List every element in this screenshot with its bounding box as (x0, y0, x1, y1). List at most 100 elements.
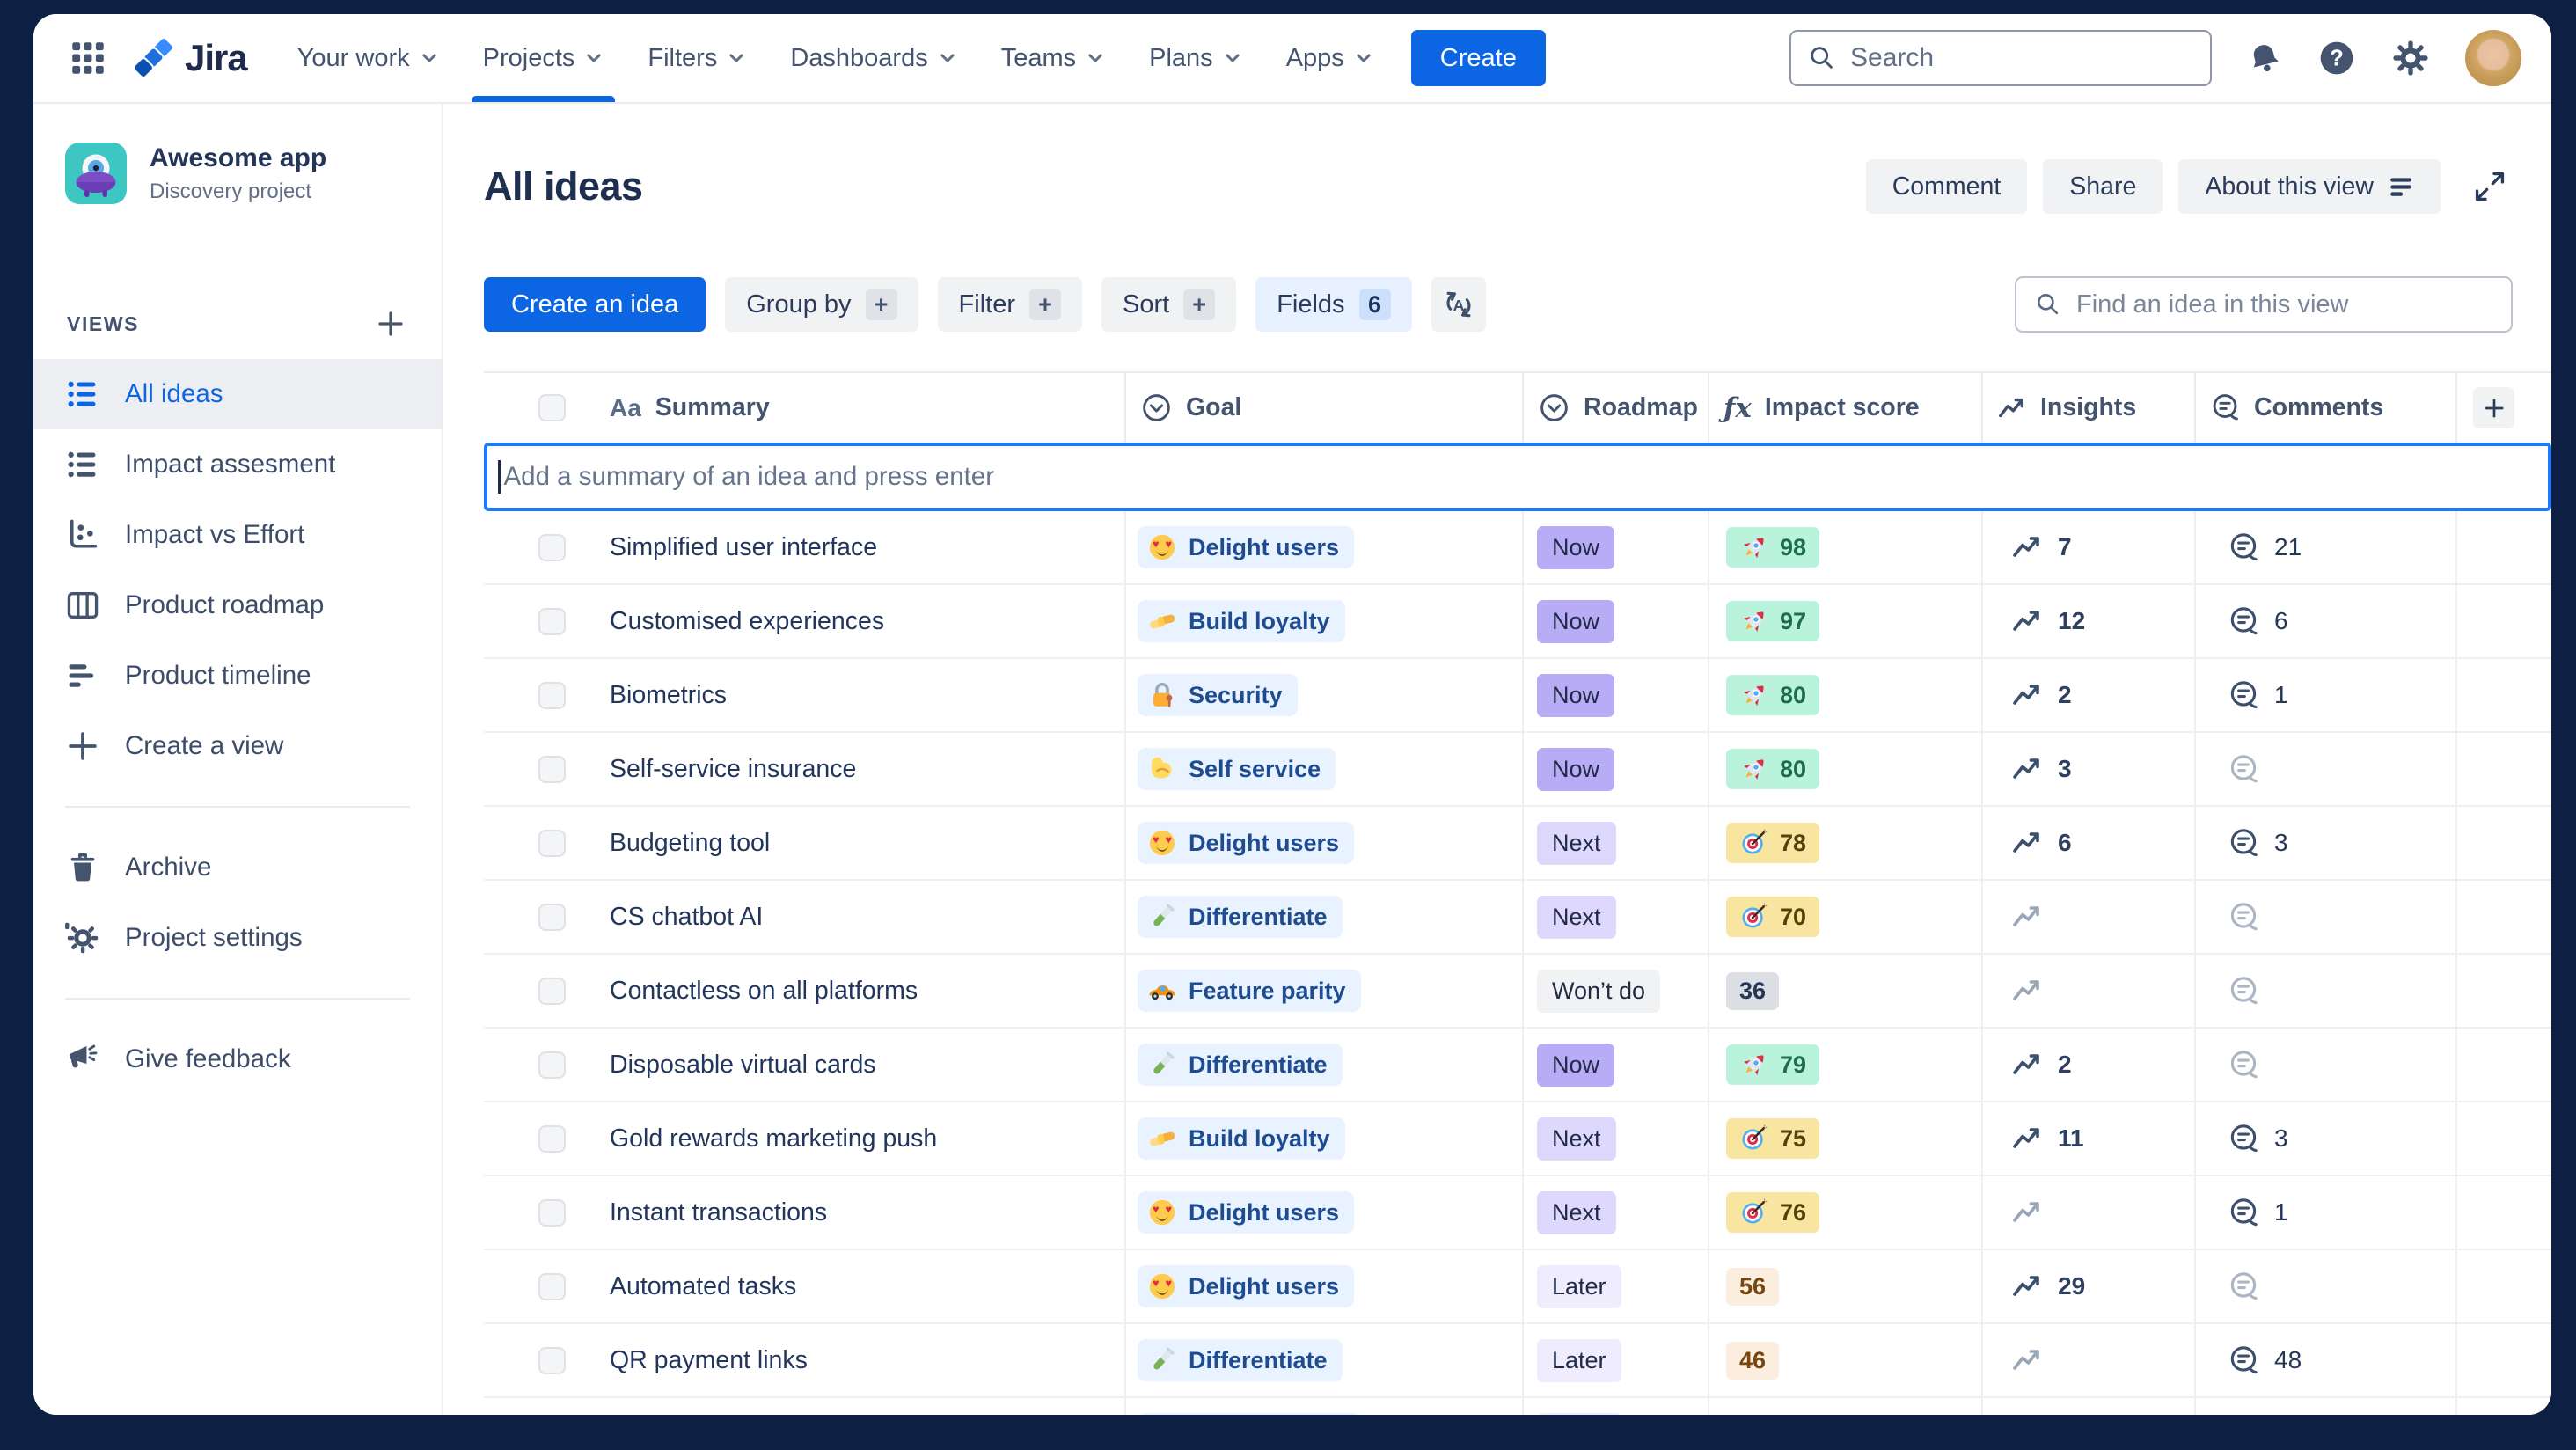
row-checkbox[interactable] (538, 1051, 566, 1079)
select-all-checkbox[interactable] (538, 394, 566, 422)
auto-sort-button[interactable]: A (1431, 277, 1486, 333)
column-header-roadmap[interactable]: Roadmap (1524, 373, 1709, 443)
summary-cell[interactable]: Simplified user interface (484, 511, 1126, 584)
column-header-insights[interactable]: Insights (1983, 373, 2196, 443)
goal-cell[interactable]: ♥ ♥ Delight users (1126, 511, 1524, 584)
comments-cell[interactable]: 1 (2196, 1176, 2457, 1249)
goal-cell[interactable]: ♥ ♥ Delight users (1126, 807, 1524, 880)
goal-cell[interactable]: Security (1126, 659, 1524, 732)
insights-cell[interactable]: 2 (1983, 659, 2196, 732)
impact-score-cell[interactable]: 76 (1709, 1176, 1983, 1249)
app-switcher-button[interactable] (65, 35, 111, 81)
insights-cell[interactable]: 2 (1983, 1029, 2196, 1102)
fullscreen-button[interactable] (2467, 168, 2513, 205)
impact-score-cell[interactable]: 36 (1709, 955, 1983, 1028)
summary-cell[interactable]: Customised experiences (484, 585, 1126, 658)
column-header-impact-score[interactable]: ƒx Impact score (1709, 373, 1983, 443)
insights-cell[interactable]: 11 (1983, 1102, 2196, 1175)
summary-cell[interactable]: Disposable virtual cards (484, 1029, 1126, 1102)
roadmap-cell[interactable]: Now (1524, 511, 1709, 584)
insights-cell[interactable]: 3 (1983, 733, 2196, 806)
impact-score-cell[interactable]: 46 (1709, 1324, 1983, 1397)
sidebar-item-project-settings[interactable]: Project settings (33, 903, 442, 973)
impact-score-cell[interactable]: 98 (1709, 511, 1983, 584)
row-checkbox[interactable] (538, 1124, 566, 1153)
row-checkbox[interactable] (538, 607, 566, 635)
share-button[interactable]: Share (2043, 159, 2163, 215)
comment-button[interactable]: Comment (1865, 159, 2028, 215)
nav-item-plans[interactable]: Plans (1127, 14, 1264, 102)
nav-item-filters[interactable]: Filters (626, 14, 768, 102)
roadmap-cell[interactable]: Now (1524, 1029, 1709, 1102)
summary-cell[interactable]: Gold rewards marketing push (484, 1102, 1126, 1175)
create-button[interactable]: Create (1410, 30, 1546, 86)
summary-cell[interactable]: Budgeting tool (484, 807, 1126, 880)
user-avatar[interactable] (2465, 30, 2521, 86)
goal-cell[interactable]: Feature parity (1126, 955, 1524, 1028)
impact-score-cell[interactable]: 36 (1709, 1398, 1983, 1415)
insights-cell[interactable] (1983, 881, 2196, 954)
sidebar-item-archive[interactable]: Archive (33, 832, 442, 903)
nav-item-teams[interactable]: Teams (979, 14, 1127, 102)
impact-score-cell[interactable]: 78 (1709, 807, 1983, 880)
sidebar-item-impact-vs-effort[interactable]: Impact vs Effort (33, 500, 442, 570)
give-feedback-item[interactable]: Give feedback (33, 1024, 442, 1095)
nav-item-dashboards[interactable]: Dashboards (768, 14, 978, 102)
comments-cell[interactable]: 3 (2196, 1102, 2457, 1175)
comments-cell[interactable] (2196, 1398, 2457, 1415)
roadmap-cell[interactable]: Next (1524, 1176, 1709, 1249)
insights-cell[interactable] (1983, 1176, 2196, 1249)
row-checkbox[interactable] (538, 903, 566, 931)
summary-cell[interactable]: Contactless on all platforms (484, 955, 1126, 1028)
impact-score-cell[interactable]: 70 (1709, 881, 1983, 954)
jira-logo[interactable]: Jira (128, 37, 252, 79)
settings-button[interactable] (2391, 39, 2430, 77)
sidebar-item-product-timeline[interactable]: Product timeline (33, 641, 442, 711)
impact-score-cell[interactable]: 75 (1709, 1102, 1983, 1175)
comments-cell[interactable] (2196, 1250, 2457, 1323)
insights-cell[interactable] (1983, 955, 2196, 1028)
nav-item-projects[interactable]: Projects (461, 14, 626, 102)
summary-cell[interactable]: Self-service insurance (484, 733, 1126, 806)
summary-cell[interactable]: Instant transactions (484, 1176, 1126, 1249)
impact-score-cell[interactable]: 80 (1709, 733, 1983, 806)
nav-item-your-work[interactable]: Your work (275, 14, 461, 102)
goal-cell[interactable]: Differentiate (1126, 1324, 1524, 1397)
fields-button[interactable]: Fields 6 (1255, 277, 1412, 333)
comments-cell[interactable]: 3 (2196, 807, 2457, 880)
impact-score-cell[interactable]: 80 (1709, 659, 1983, 732)
row-checkbox[interactable] (538, 977, 566, 1005)
goal-cell[interactable]: Self service (1126, 733, 1524, 806)
summary-cell[interactable]: QR payment links (484, 1324, 1126, 1397)
goal-cell[interactable]: ♥ ♥ Delight users (1126, 1176, 1524, 1249)
add-view-button[interactable] (375, 308, 406, 340)
roadmap-cell[interactable]: Now (1524, 659, 1709, 732)
comments-cell[interactable]: 21 (2196, 511, 2457, 584)
goal-cell[interactable]: ♥ ♥ Delight users (1126, 1250, 1524, 1323)
roadmap-cell[interactable]: Next (1524, 881, 1709, 954)
summary-cell[interactable]: Automated tasks (484, 1250, 1126, 1323)
comments-cell[interactable] (2196, 881, 2457, 954)
comments-cell[interactable]: 1 (2196, 659, 2457, 732)
insights-cell[interactable]: 12 (1983, 585, 2196, 658)
row-checkbox[interactable] (538, 533, 566, 561)
comments-cell[interactable] (2196, 955, 2457, 1028)
roadmap-cell[interactable]: Now (1524, 733, 1709, 806)
row-checkbox[interactable] (538, 1198, 566, 1227)
filter-button[interactable]: Filter + (937, 277, 1082, 333)
row-checkbox[interactable] (538, 829, 566, 857)
goal-cell[interactable]: Differentiate (1126, 881, 1524, 954)
goal-cell[interactable]: Build loyalty (1126, 1102, 1524, 1175)
row-checkbox[interactable] (538, 681, 566, 709)
impact-score-cell[interactable]: 79 (1709, 1029, 1983, 1102)
add-column-button[interactable] (2473, 387, 2514, 429)
sort-button[interactable]: Sort + (1101, 277, 1237, 333)
roadmap-cell[interactable]: Won’t do (1524, 955, 1709, 1028)
summary-cell[interactable]: CS chatbot AI (484, 881, 1126, 954)
impact-score-cell[interactable]: 56 (1709, 1250, 1983, 1323)
row-checkbox[interactable] (538, 1272, 566, 1300)
insights-cell[interactable] (1983, 1398, 2196, 1415)
help-button[interactable]: ? (2317, 39, 2356, 77)
group-by-button[interactable]: Group by + (725, 277, 918, 333)
sidebar-item-impact-assesment[interactable]: Impact assesment (33, 429, 442, 500)
